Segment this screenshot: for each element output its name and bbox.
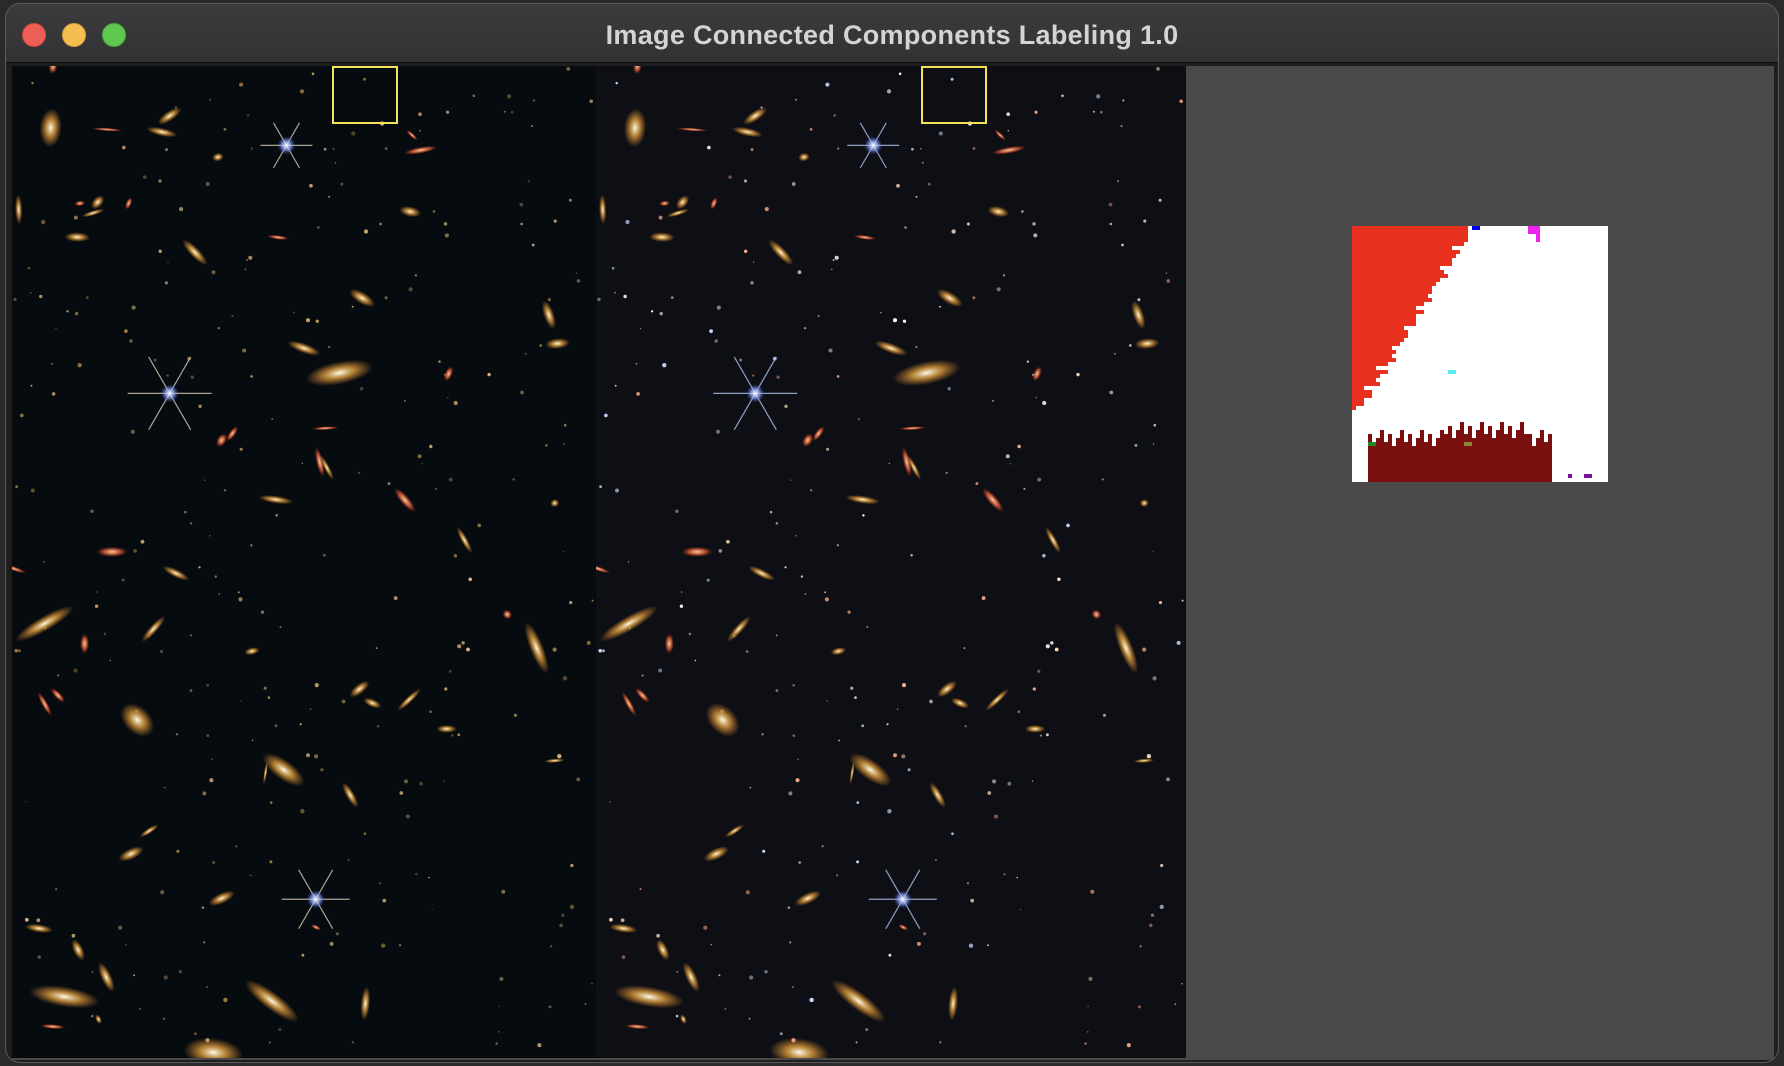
- label-map-pixels: [1352, 226, 1592, 482]
- label-map-canvas: [1352, 226, 1592, 482]
- window-title: Image Connected Components Labeling 1.0: [605, 20, 1179, 50]
- roi-selection-box-mirror[interactable]: [921, 66, 987, 124]
- roi-selection-box[interactable]: [332, 66, 398, 124]
- app-window: Image Connected Components Labeling 1.0: [6, 4, 1778, 1062]
- source-image-panel[interactable]: [12, 66, 596, 1058]
- title-bar[interactable]: Image Connected Components Labeling 1.0: [6, 4, 1778, 63]
- enhanced-image: [596, 66, 1184, 1058]
- component-label-map: [1352, 226, 1608, 482]
- enhanced-image-panel[interactable]: [596, 66, 1186, 1058]
- content-area: [12, 66, 1774, 1060]
- source-image: [12, 66, 594, 1058]
